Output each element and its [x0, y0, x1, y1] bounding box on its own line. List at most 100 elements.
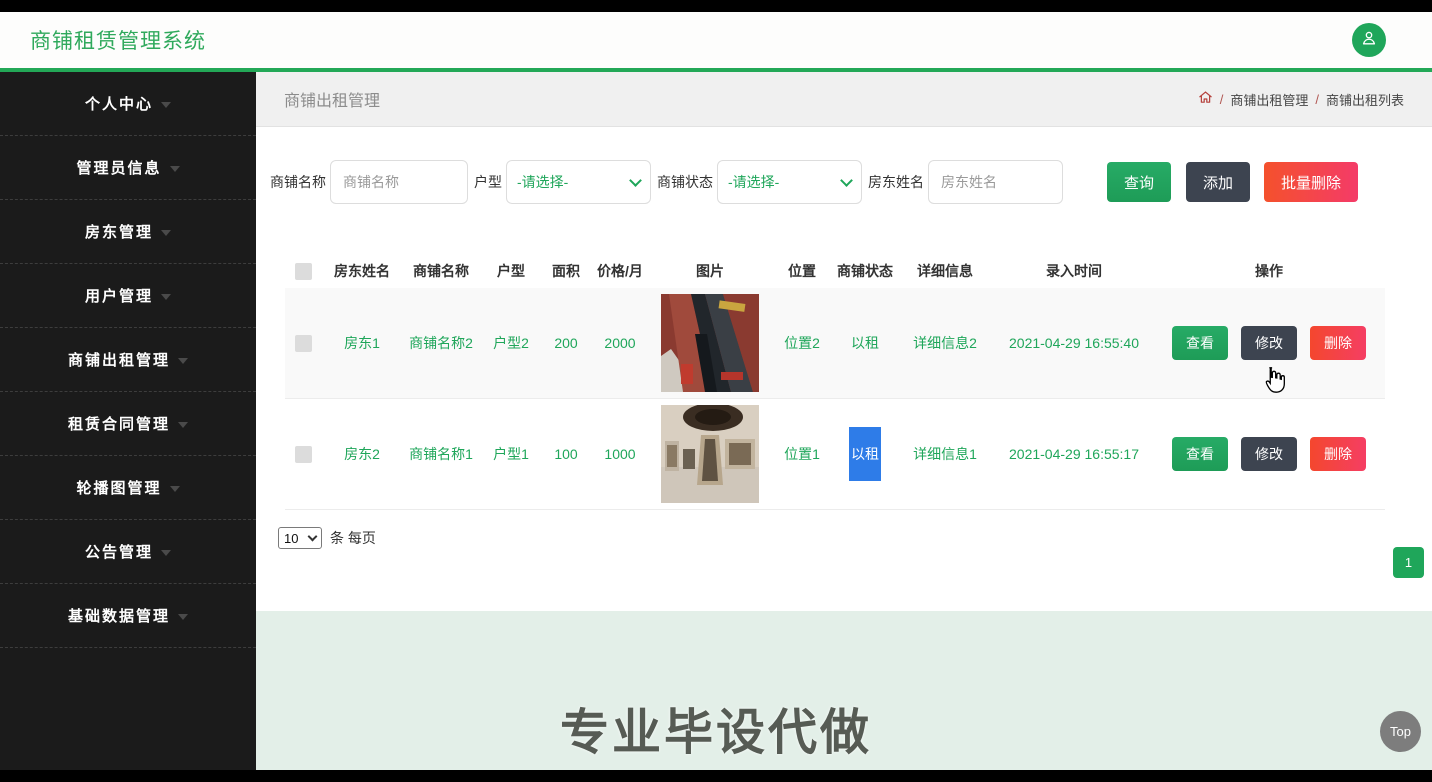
chevron-down-icon: [629, 173, 642, 187]
cell-area: 200: [554, 335, 578, 351]
sidebar-item-label: 租赁合同管理: [67, 416, 170, 433]
sidebar-item-lease-contract-mgmt[interactable]: 租赁合同管理: [0, 392, 256, 456]
shop-name-input[interactable]: [330, 160, 468, 204]
pagination-bar: 10 条 每页: [278, 527, 1432, 549]
user-icon: [1359, 28, 1379, 53]
edit-button[interactable]: 修改: [1241, 326, 1297, 360]
cell-detail: 详细信息1: [913, 446, 977, 462]
sidebar-item-basic-data-mgmt[interactable]: 基础数据管理: [0, 584, 256, 648]
app-title: 商铺租赁管理系统: [30, 30, 206, 53]
cell-unit-type: 户型2: [493, 335, 529, 351]
watermark-text: 专业毕设代做: [559, 704, 873, 761]
shop-name-label: 商铺名称: [270, 174, 326, 190]
sidebar-item-label: 公告管理: [84, 544, 153, 561]
sidebar-item-label: 用户管理: [84, 288, 153, 305]
table-row: 房东1 商铺名称2 户型2 200 2000 位置2 以租 详细信息2 2021…: [285, 288, 1385, 399]
cell-landlord: 房东1: [344, 335, 380, 351]
query-button[interactable]: 查询: [1107, 162, 1172, 202]
shop-status-select[interactable]: -请选择-: [717, 160, 862, 204]
select-all-checkbox[interactable]: [294, 262, 312, 280]
row-checkbox[interactable]: [294, 334, 312, 352]
delete-button[interactable]: 删除: [1310, 326, 1366, 360]
breadcrumb-separator: /: [1219, 91, 1224, 107]
storefront-photo: [661, 294, 759, 392]
cell-price: 1000: [604, 446, 636, 462]
table-header-row: 房东姓名 商铺名称 户型 面积 价格/月 图片 位置 商铺状态 详细信息 录入时…: [285, 254, 1385, 288]
unit-type-label: 户型: [474, 174, 502, 190]
col-entry-time: 录入时间: [1046, 263, 1102, 279]
chevron-down-icon: [178, 358, 188, 364]
view-button[interactable]: 查看: [1172, 326, 1228, 360]
chevron-down-icon: [169, 166, 180, 172]
sidebar-item-label: 基础数据管理: [67, 608, 170, 625]
back-to-top-button[interactable]: Top: [1380, 711, 1421, 752]
chevron-down-icon: [161, 294, 171, 300]
sidebar-item-carousel-mgmt[interactable]: 轮播图管理: [0, 456, 256, 520]
main-content: 商铺出租管理 / 商铺出租管理 / 商铺出租列表 商铺名称 户型: [256, 72, 1432, 770]
chevron-down-icon: [161, 230, 171, 236]
chevron-down-icon: [161, 550, 171, 556]
user-avatar[interactable]: [1352, 23, 1386, 57]
col-area: 面积: [552, 263, 580, 279]
cell-actions: 查看 修改 删除: [1153, 326, 1385, 393]
col-shop-name: 商铺名称: [413, 263, 469, 279]
page-size-value: 10: [284, 530, 299, 546]
app-window: 商铺租赁管理系统 个人中心 管理员信息 房东管理 用户管理 商铺出租管理 租赁合…: [0, 12, 1432, 770]
breadcrumb-item-current: 商铺出租列表: [1325, 92, 1404, 108]
cell-actions: 查看 修改 删除: [1153, 437, 1385, 471]
cell-status-selected: 以租: [849, 427, 881, 481]
sidebar-item-label: 房东管理: [84, 224, 153, 241]
chevron-down-icon: [307, 531, 318, 542]
unit-type-selected-value: -请选择-: [517, 174, 569, 190]
cell-location: 位置2: [784, 335, 820, 351]
chevron-down-icon: [178, 614, 188, 620]
chevron-down-icon: [178, 422, 188, 428]
sidebar-item-shop-rental-mgmt[interactable]: 商铺出租管理: [0, 328, 256, 392]
row-checkbox[interactable]: [294, 445, 312, 463]
sidebar-item-notice-mgmt[interactable]: 公告管理: [0, 520, 256, 584]
filter-bar: 商铺名称 户型 -请选择- 商铺状态 -请选择- 房东姓名 查询 添加 批量删除: [256, 127, 1432, 204]
cell-detail: 详细信息2: [913, 335, 977, 351]
edit-button[interactable]: 修改: [1241, 437, 1297, 471]
batch-delete-button[interactable]: 批量删除: [1264, 162, 1359, 202]
cell-shop-name: 商铺名称2: [409, 335, 473, 351]
page-title: 商铺出租管理: [284, 93, 381, 110]
cell-unit-type: 户型1: [493, 446, 529, 462]
mouse-cursor-hand-icon: [1265, 367, 1285, 393]
landlord-name-input[interactable]: [928, 160, 1063, 204]
sidebar-item-personal-center[interactable]: 个人中心: [0, 72, 256, 136]
cell-location: 位置1: [784, 446, 820, 462]
page-number-button[interactable]: 1: [1393, 547, 1424, 578]
sidebar-item-label: 管理员信息: [76, 160, 162, 177]
landlord-name-label: 房东姓名: [868, 174, 924, 190]
breadcrumb: / 商铺出租管理 / 商铺出租列表: [1198, 90, 1404, 109]
shop-status-selected-value: -请选择-: [728, 174, 780, 190]
page-size-select[interactable]: 10: [278, 527, 322, 549]
breadcrumb-item[interactable]: 商铺出租管理: [1230, 90, 1308, 109]
chevron-down-icon: [169, 486, 180, 492]
home-icon[interactable]: [1198, 90, 1213, 108]
view-button[interactable]: 查看: [1172, 437, 1228, 471]
col-location: 位置: [788, 263, 816, 279]
col-landlord: 房东姓名: [334, 263, 390, 279]
delete-button[interactable]: 删除: [1310, 437, 1366, 471]
cell-entry-time: 2021-04-29 16:55:17: [1009, 446, 1139, 462]
sidebar-nav: 个人中心 管理员信息 房东管理 用户管理 商铺出租管理 租赁合同管理 轮播图管理…: [0, 72, 256, 770]
col-actions: 操作: [1255, 263, 1283, 279]
sidebar-item-admin-info[interactable]: 管理员信息: [0, 136, 256, 200]
chevron-down-icon: [161, 102, 171, 108]
unit-type-select[interactable]: -请选择-: [506, 160, 651, 204]
col-unit-type: 户型: [497, 263, 525, 279]
cell-status: 以租: [851, 335, 879, 351]
shop-interior-photo: [661, 405, 759, 503]
shop-status-label: 商铺状态: [657, 174, 713, 190]
cell-entry-time: 2021-04-29 16:55:40: [1009, 335, 1139, 351]
per-page-label: 条 每页: [330, 530, 376, 546]
sidebar-item-landlord-mgmt[interactable]: 房东管理: [0, 200, 256, 264]
sidebar-item-user-mgmt[interactable]: 用户管理: [0, 264, 256, 328]
add-button[interactable]: 添加: [1186, 162, 1251, 202]
breadcrumb-bar: 商铺出租管理 / 商铺出租管理 / 商铺出租列表: [256, 72, 1432, 127]
cell-shop-name: 商铺名称1: [409, 446, 473, 462]
footer-area: 专业毕设代做 Top: [256, 611, 1432, 770]
breadcrumb-separator: /: [1315, 91, 1319, 107]
